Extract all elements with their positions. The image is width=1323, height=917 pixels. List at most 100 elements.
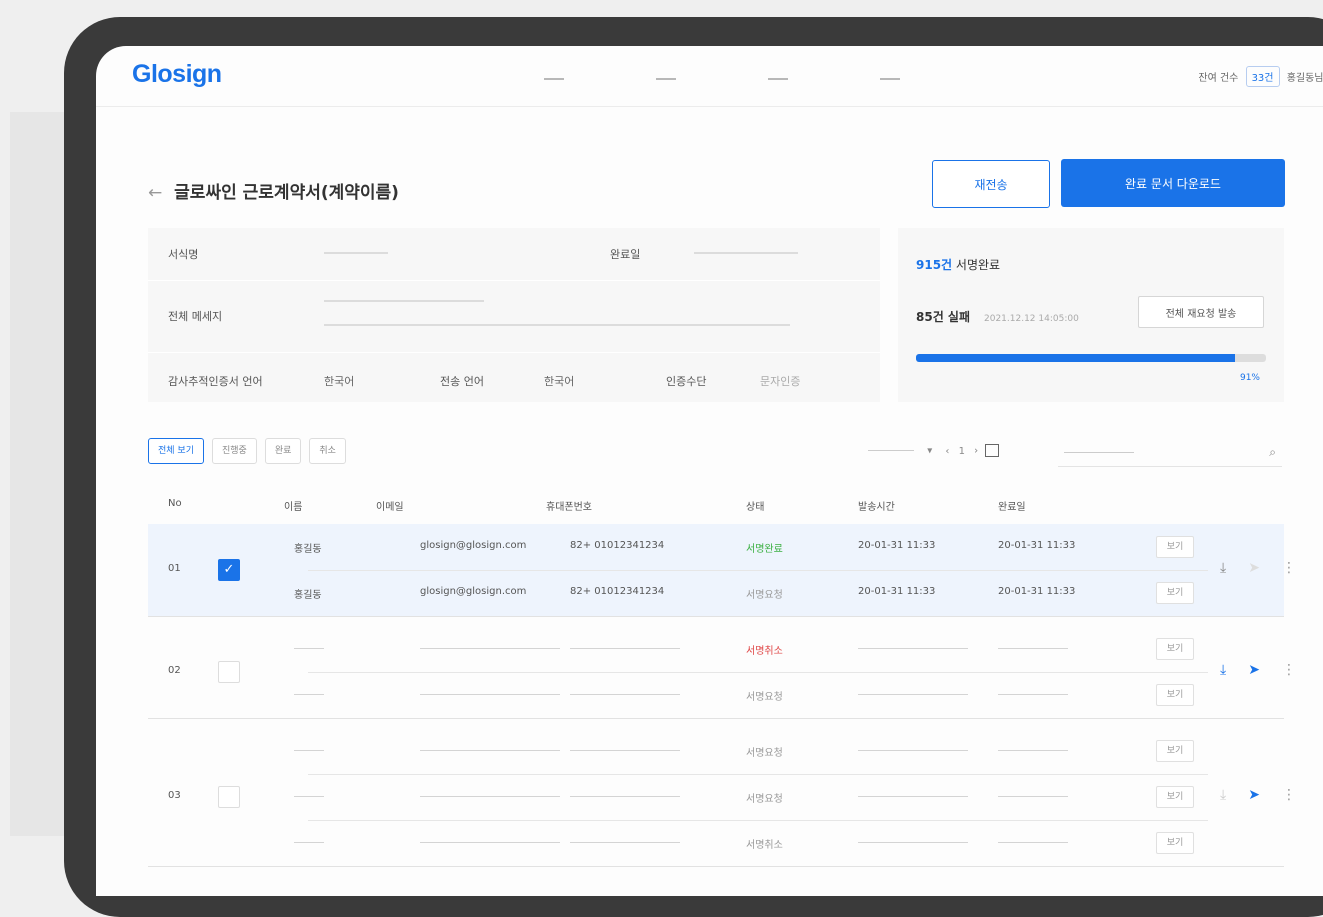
view-button[interactable]: 보기 bbox=[1156, 684, 1194, 706]
view-button[interactable]: 보기 bbox=[1156, 638, 1194, 660]
send-icon[interactable]: ➤ bbox=[1248, 560, 1260, 576]
row-sent-placeholder bbox=[858, 648, 968, 649]
row-name: 홍길동 bbox=[294, 544, 322, 555]
page-title-row: ← 글로싸인 근로계약서(계약이름) bbox=[148, 178, 399, 203]
send-icon[interactable]: ➤ bbox=[1248, 787, 1260, 803]
row-name-placeholder bbox=[294, 796, 324, 797]
back-arrow-icon[interactable]: ← bbox=[148, 183, 162, 203]
column-header: 발송시간 bbox=[858, 502, 895, 513]
row-phone-placeholder bbox=[570, 648, 680, 649]
more-icon[interactable]: ⋮ bbox=[1282, 560, 1296, 576]
failed-count-text: 85건 실패 bbox=[916, 310, 970, 324]
signing-stats-panel: 915건 서명완료 85건 실패 2021.12.12 14:05:00 전체 재… bbox=[898, 228, 1284, 402]
nav-item[interactable] bbox=[768, 77, 788, 80]
row-name-placeholder bbox=[294, 750, 324, 751]
app-screen: Glosign 잔여 건수 33건 홍길동님 ∨ ← 글로싸인 근로계약서(계약… bbox=[96, 46, 1323, 896]
search-input[interactable]: ⌕ bbox=[1058, 440, 1282, 467]
more-icon[interactable]: ⋮ bbox=[1282, 662, 1296, 678]
view-button[interactable]: 보기 bbox=[1156, 786, 1194, 808]
auth-label: 인증수단 bbox=[666, 375, 707, 388]
row-email-placeholder bbox=[420, 694, 560, 695]
view-button[interactable]: 보기 bbox=[1156, 536, 1194, 558]
row-phone-placeholder bbox=[570, 750, 680, 751]
download-icon[interactable]: ⤓ bbox=[1220, 560, 1226, 576]
nav-item[interactable] bbox=[656, 77, 676, 80]
progress-percent: 91% bbox=[1239, 373, 1260, 383]
table-row-group: 02 서명취소 보기 서명요청 보기 ⤓ ➤ ⋮ bbox=[148, 626, 1296, 719]
row-done-placeholder bbox=[998, 648, 1068, 649]
row-phone-placeholder bbox=[570, 842, 680, 843]
failed-timestamp: 2021.12.12 14:05:00 bbox=[984, 314, 1079, 324]
top-nav: Glosign 잔여 건수 33건 홍길동님 ∨ bbox=[96, 46, 1323, 107]
table-row: 서명취소 보기 bbox=[258, 820, 1194, 866]
resend-button[interactable]: 재전송 bbox=[932, 160, 1050, 208]
search-icon[interactable]: ⌕ bbox=[1269, 445, 1276, 460]
message-label: 전체 메세지 bbox=[168, 310, 223, 323]
column-header: No bbox=[168, 498, 182, 509]
column-header: 완료일 bbox=[998, 502, 1026, 513]
resend-all-button[interactable]: 전체 재요청 발송 bbox=[1138, 296, 1264, 328]
page-number[interactable]: 1 bbox=[959, 446, 965, 457]
download-completed-button[interactable]: 완료 문서 다운로드 bbox=[1061, 159, 1285, 207]
page-title: 글로싸인 근로계약서(계약이름) bbox=[174, 183, 399, 203]
filter-chip[interactable]: 진행중 bbox=[211, 438, 257, 464]
row-sent-placeholder bbox=[858, 750, 968, 751]
row-number: 03 bbox=[168, 790, 181, 801]
calendar-icon[interactable] bbox=[985, 444, 1000, 457]
page-size-select[interactable] bbox=[868, 450, 914, 451]
column-header: 이메일 bbox=[376, 502, 404, 513]
user-menu[interactable]: 홍길동님 ∨ bbox=[1287, 73, 1323, 84]
remaining-label: 잔여 건수 bbox=[1198, 73, 1239, 84]
row-number: 01 bbox=[168, 563, 181, 574]
table-row: 서명요청 보기 bbox=[258, 728, 1194, 774]
row-email-placeholder bbox=[420, 796, 560, 797]
row-sent: 20-01-31 11:33 bbox=[858, 540, 936, 551]
next-page-icon[interactable]: › bbox=[974, 446, 978, 457]
more-icon[interactable]: ⋮ bbox=[1282, 787, 1296, 803]
table-row: 홍길동 glosign@glosign.com 82+ 01012341234 서명완… bbox=[258, 524, 1194, 570]
row-name: 홍길동 bbox=[294, 590, 322, 601]
view-button[interactable]: 보기 bbox=[1156, 740, 1194, 762]
view-button[interactable]: 보기 bbox=[1156, 832, 1194, 854]
divider bbox=[148, 352, 880, 353]
filter-chip[interactable]: 완료 bbox=[264, 438, 302, 464]
dropdown-icon[interactable]: ▾ bbox=[927, 446, 932, 457]
send-lang-label: 전송 언어 bbox=[440, 375, 484, 388]
row-done-placeholder bbox=[998, 796, 1068, 797]
doc-name-label: 서식명 bbox=[168, 248, 199, 261]
row-checkbox[interactable] bbox=[218, 786, 240, 808]
row-checkbox[interactable]: ✓ bbox=[218, 559, 240, 581]
nav-item[interactable] bbox=[544, 77, 564, 80]
table-row: 서명요청 보기 bbox=[258, 774, 1194, 820]
column-header: 상태 bbox=[746, 502, 765, 513]
row-email: glosign@glosign.com bbox=[420, 540, 527, 551]
send-icon[interactable]: ➤ bbox=[1248, 662, 1260, 678]
view-button[interactable]: 보기 bbox=[1156, 582, 1194, 604]
row-email: glosign@glosign.com bbox=[420, 586, 527, 597]
filter-chip[interactable]: 전체 보기 bbox=[148, 438, 204, 464]
message-line bbox=[324, 324, 790, 326]
message-line bbox=[324, 300, 484, 302]
prev-page-icon[interactable]: ‹ bbox=[945, 446, 949, 457]
row-actions: ⤓ ➤ ⋮ bbox=[1220, 560, 1318, 576]
complete-date-label: 완료일 bbox=[610, 248, 641, 261]
row-sent-placeholder bbox=[858, 694, 968, 695]
filter-chip[interactable]: 취소 bbox=[309, 438, 346, 464]
row-email-placeholder bbox=[420, 842, 560, 843]
table-row: 서명요청 보기 bbox=[258, 672, 1194, 718]
row-sent-placeholder bbox=[858, 842, 968, 843]
download-icon[interactable]: ⤓ bbox=[1220, 787, 1226, 803]
contract-info-panel: 서식명 완료일 전체 메세지 감사추적인증서 언어 한국어 전송 언어 한국어 … bbox=[148, 228, 880, 402]
row-checkbox[interactable] bbox=[218, 661, 240, 683]
row-done-placeholder bbox=[998, 750, 1068, 751]
logo[interactable]: Glosign bbox=[132, 60, 222, 89]
row-number: 02 bbox=[168, 665, 181, 676]
auth-value: 문자인증 bbox=[760, 375, 801, 388]
download-icon[interactable]: ⤓ bbox=[1220, 662, 1226, 678]
progress-fill bbox=[916, 354, 1235, 362]
table-row: 홍길동 glosign@glosign.com 82+ 01012341234 서명요… bbox=[258, 570, 1194, 616]
status-badge: 서명요청 bbox=[746, 692, 783, 703]
nav-item[interactable] bbox=[880, 77, 900, 80]
row-name-placeholder bbox=[294, 694, 324, 695]
row-email-placeholder bbox=[420, 750, 560, 751]
